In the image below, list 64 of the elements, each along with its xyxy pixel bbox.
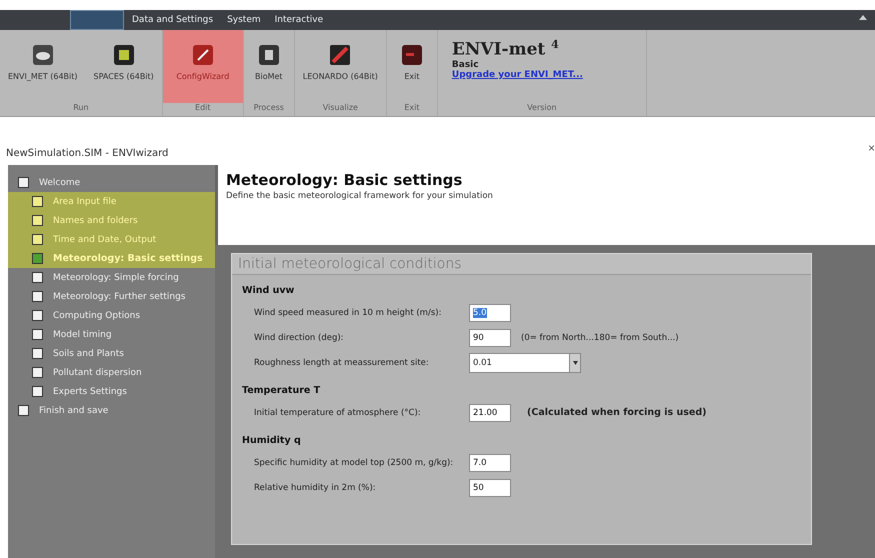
step-marker [32,329,43,340]
product-name: ENVI-met $^{4}$ [452,38,560,60]
ribbon-tab[interactable]: Interactive [268,10,330,30]
group-label: Version [526,103,558,114]
group-label: Process [252,103,285,114]
ribbon-button[interactable]: Exit [386,30,437,103]
ribbon-tab[interactable]: Data and Settings [126,10,220,30]
step-item[interactable]: Welcome [8,173,215,192]
collapse-icon[interactable] [859,14,867,20]
step-item[interactable]: Model timing [8,325,215,344]
step-item[interactable]: Computing Options [8,306,215,325]
input-field[interactable]: 21.00 [469,404,511,422]
step-marker [32,348,43,359]
step-marker [32,367,43,378]
panel-title: Initial meteorological conditions [232,254,811,275]
step-marker [32,253,43,264]
group-label: Visualize [322,103,359,114]
edition-label: Basic [452,60,480,70]
step-marker [18,177,29,188]
field-label: Relative humidity in 2m (%): [253,482,377,492]
input-field[interactable]: 7.0 [469,454,511,472]
step-item[interactable]: Meteorology: Further settings [8,287,215,306]
section-title: Temperature T [242,385,322,396]
ribbon-button[interactable]: BioMet [244,30,294,103]
step-marker [32,291,43,302]
step-marker [32,234,43,245]
step-item[interactable]: Finish and save [8,401,215,420]
step-item[interactable]: Soils and Plants [8,344,215,363]
field-label: Roughness length at meassurement site: [253,358,430,368]
group-label: Exit [403,103,420,114]
input-field[interactable]: 5.0 [469,304,511,322]
step-marker [32,310,43,321]
step-marker [18,405,29,416]
ribbon-button[interactable]: ConfigWizard [162,30,243,103]
step-marker [32,386,43,397]
hint-text: (Calculated when forcing is used) [527,407,707,418]
step-item[interactable]: Pollutant dispersion [8,363,215,382]
window-title: NewSimulation.SIM - ENVIwizard [6,148,168,159]
field-label: Wind speed measured in 10 m height (m/s): [253,308,442,318]
step-item[interactable]: Experts Settings [8,382,215,401]
group-label: Run [72,103,90,114]
close-button[interactable]: × [868,141,875,155]
upgrade-link[interactable]: Upgrade your ENVI_MET... [452,70,632,80]
field-label: Specific humidity at model top (2500 m, g/kg): [253,458,454,468]
ribbon-tab[interactable]: System [221,10,267,30]
ribbon-button[interactable]: ENVI_MET (64Bit) [0,30,86,103]
step-marker [32,272,43,283]
step-item[interactable]: Meteorology: Simple forcing [8,268,215,287]
field-label: Initial temperature of atmosphere (°C): [253,408,422,418]
caret-icon[interactable] [572,360,578,364]
input-field[interactable]: 50 [469,478,511,496]
ribbon-button[interactable]: SPACES (64Bit) [86,30,162,103]
section-title: Humidity q [242,435,302,446]
page-title: Meteorology: Basic settings [226,171,464,189]
step-marker [32,215,43,226]
dropdown-field[interactable]: 0.01 [469,352,581,372]
ribbon-button[interactable]: LEONARDO (64Bit) [294,30,386,103]
section-title: Wind uvw [242,285,296,296]
input-field[interactable]: 90 [469,328,511,346]
field-label: Wind direction (deg): [253,332,345,342]
page-subtitle: Define the basic meteorological framework for your simulation [226,191,494,201]
step-marker [32,196,43,207]
group-label: Edit [194,103,212,114]
hint-text: (0= from North...180= from South...) [521,332,679,342]
